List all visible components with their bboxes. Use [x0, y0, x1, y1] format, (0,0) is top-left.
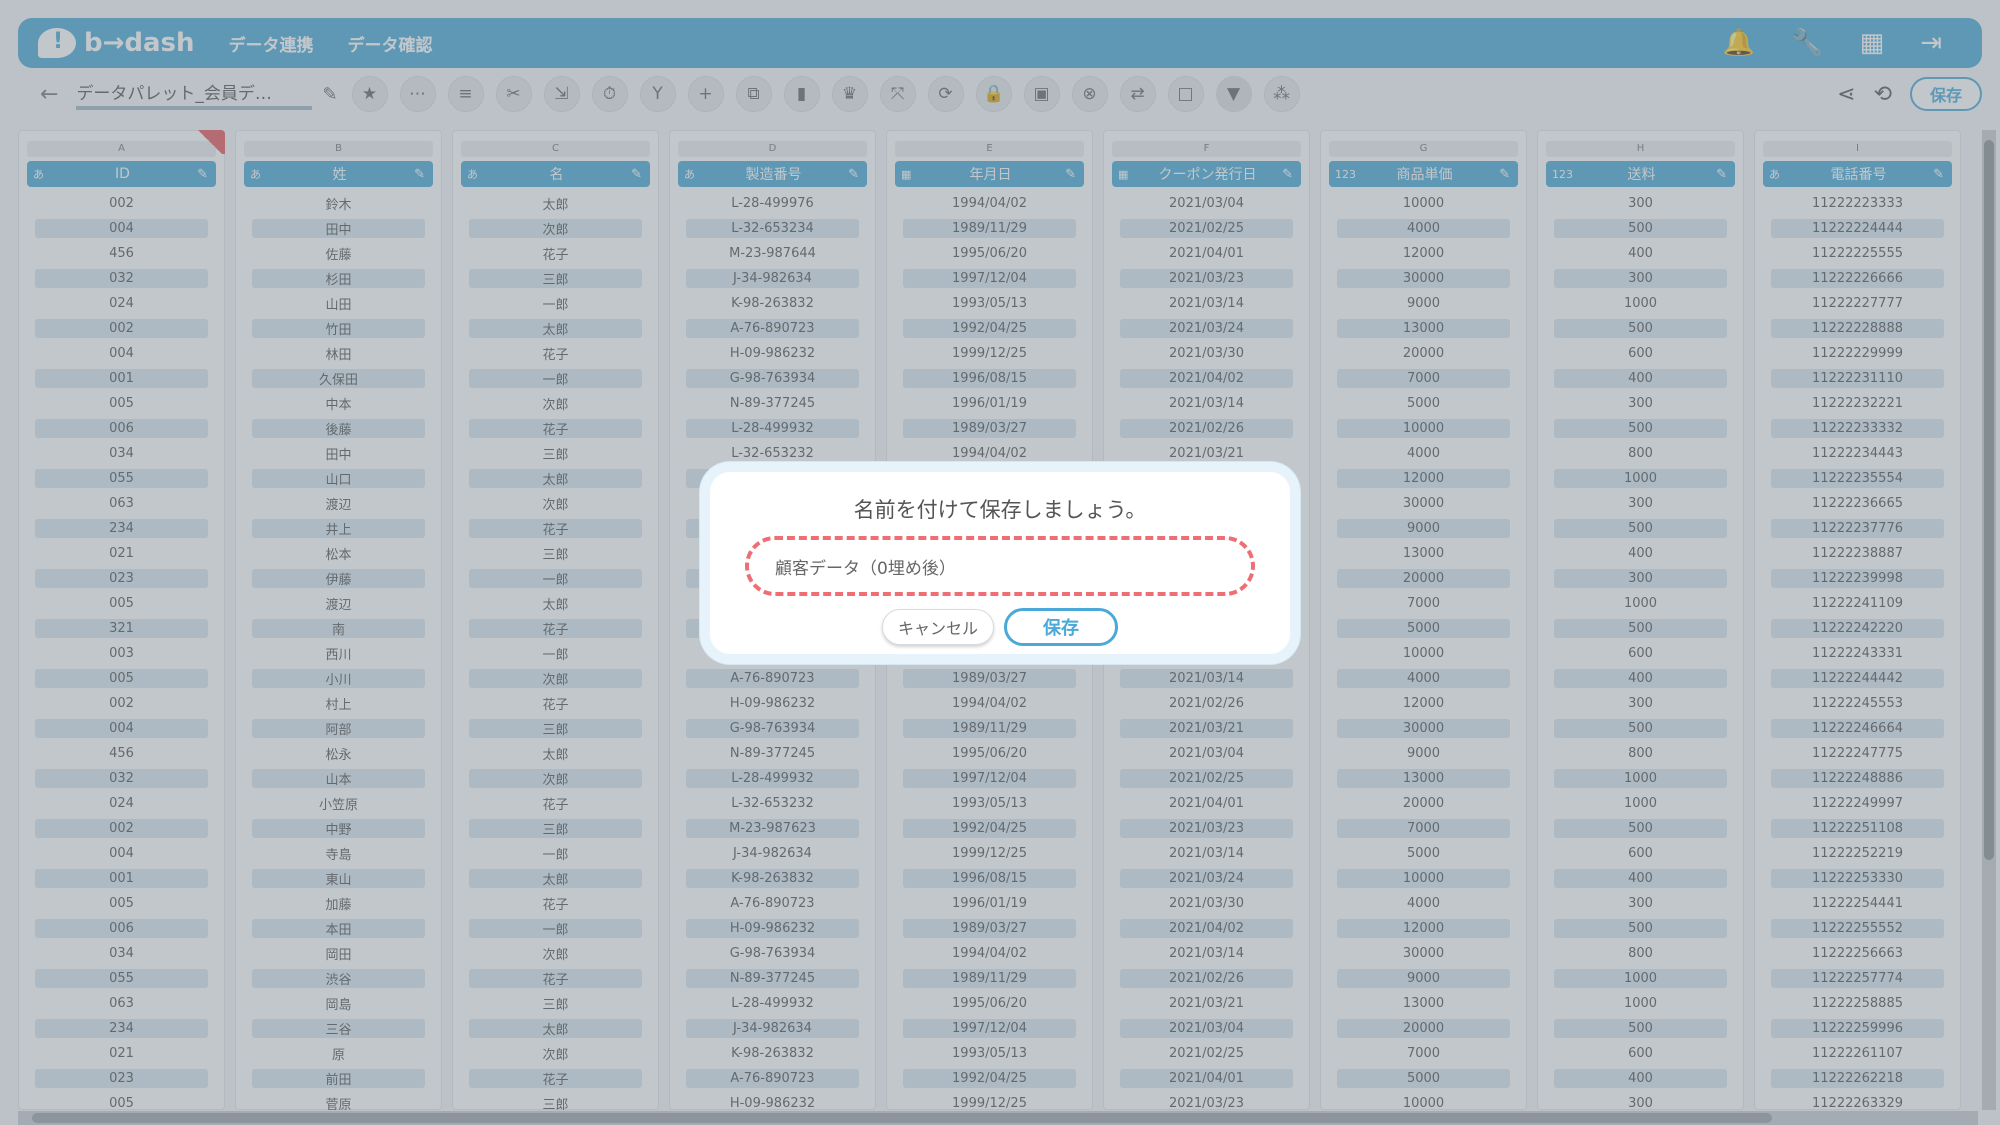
palette-name-input[interactable]	[745, 536, 1255, 596]
save-button[interactable]: 保存	[1004, 608, 1118, 646]
cancel-button[interactable]: キャンセル	[882, 609, 994, 645]
dialog-title: 名前を付けて保存しましょう。	[853, 498, 1147, 522]
app-root: b→dash データ連携 データ確認 🔔 🔧 ▦ ⇥ ← データパレット_会員デ…	[0, 0, 2000, 1125]
save-dialog: 名前を付けて保存しましょう。 キャンセル 保存	[700, 462, 1300, 664]
